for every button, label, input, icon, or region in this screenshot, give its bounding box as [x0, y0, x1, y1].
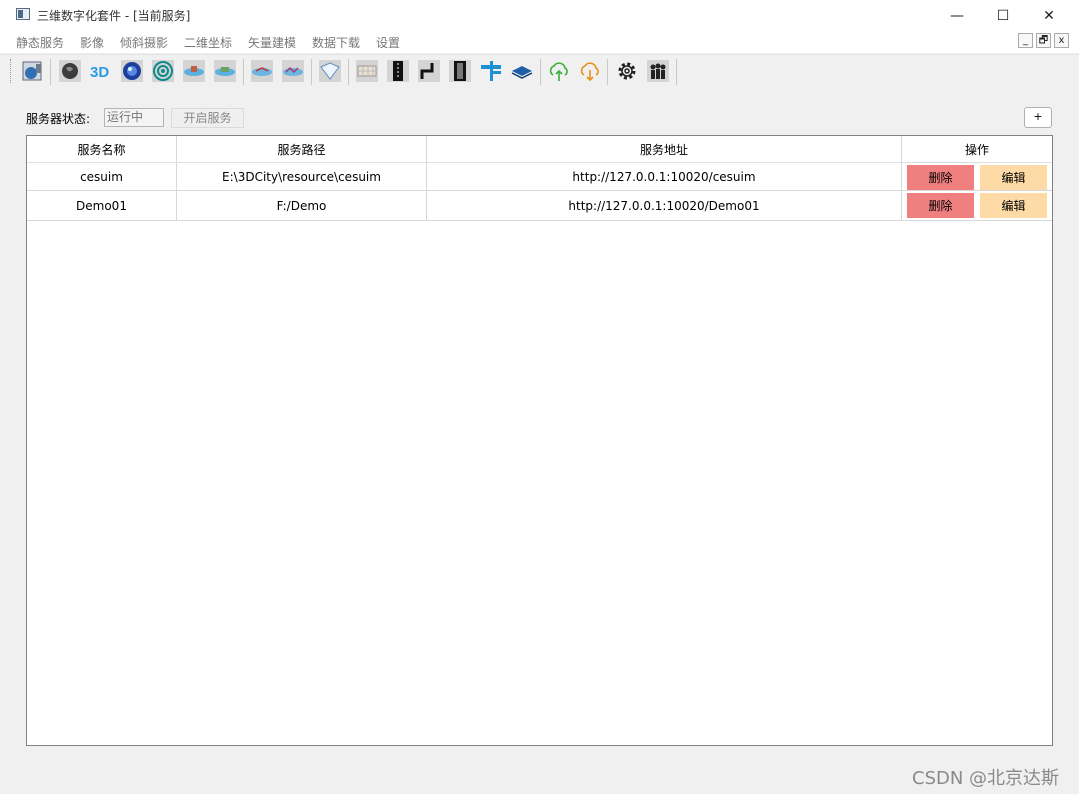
service-path-cell[interactable]: F:/Demo — [177, 191, 427, 220]
service-url-cell[interactable]: http://127.0.0.1:10020/Demo01 — [427, 191, 902, 220]
menu-settings[interactable]: 设置 — [376, 34, 400, 51]
service-path-cell[interactable]: E:\3DCity\resource\cesuim — [177, 163, 427, 190]
column-header-path[interactable]: 服务路径 — [177, 136, 427, 162]
mdi-restore-button[interactable]: 🗗 — [1036, 33, 1051, 48]
film-strip-icon[interactable] — [386, 59, 410, 83]
film-strip-2-icon[interactable] — [448, 59, 472, 83]
toolbar-separator — [311, 59, 312, 85]
table-row[interactable]: Demo01 F:/Demo http://127.0.0.1:10020/De… — [27, 191, 1052, 221]
close-button[interactable]: ✕ — [1026, 0, 1072, 31]
vector-2-icon[interactable] — [281, 59, 305, 83]
delete-button[interactable]: 删除 — [907, 165, 974, 190]
menu-static-service[interactable]: 静态服务 — [16, 34, 64, 51]
vector-icon[interactable] — [250, 59, 274, 83]
menu-bar: 静态服务 影像 倾斜摄影 二维坐标 矢量建模 数据下载 设置 — [0, 31, 1079, 53]
globe-import-icon[interactable] — [21, 59, 45, 83]
edit-button[interactable]: 编辑 — [980, 193, 1047, 218]
users-icon[interactable] — [646, 59, 670, 83]
toolbar-separator — [348, 59, 349, 85]
menu-data-download[interactable]: 数据下载 — [312, 34, 360, 51]
mdi-close-button[interactable]: x — [1054, 33, 1069, 48]
layer-icon[interactable] — [510, 59, 534, 83]
column-header-name[interactable]: 服务名称 — [27, 136, 177, 162]
cloud-download-icon[interactable] — [578, 59, 602, 83]
column-header-actions[interactable]: 操作 — [902, 136, 1052, 162]
delete-button[interactable]: 删除 — [907, 193, 974, 218]
actions-cell: 删除 编辑 — [902, 163, 1052, 190]
server-status-label: 服务器状态: — [26, 112, 91, 126]
actions-cell: 删除 编辑 — [902, 191, 1052, 220]
table-header: 服务名称 服务路径 服务地址 操作 — [27, 136, 1052, 162]
watermark: CSDN @北京达斯 — [912, 768, 1060, 789]
mdi-minimize-button[interactable]: _ — [1018, 33, 1033, 48]
server-status-field: 运行中 — [104, 108, 164, 127]
grid-tile-icon[interactable] — [355, 59, 379, 83]
toolbar-separator — [50, 59, 51, 85]
service-table: 服务名称 服务路径 服务地址 操作 cesuim E:\3DCity\resou… — [26, 135, 1053, 746]
earth-blue-icon[interactable] — [120, 59, 144, 83]
window-title: 三维数字化套件 - [当前服务] — [37, 9, 191, 23]
menu-vector-modeling[interactable]: 矢量建模 — [248, 34, 296, 51]
toolbar-separator — [540, 59, 541, 85]
column-header-url[interactable]: 服务地址 — [427, 136, 902, 162]
map-sheet-icon[interactable] — [318, 59, 342, 83]
toolbar-separator — [607, 59, 608, 85]
service-name-cell[interactable]: cesuim — [27, 163, 177, 190]
menu-imagery[interactable]: 影像 — [80, 34, 104, 51]
edit-button[interactable]: 编辑 — [980, 165, 1047, 190]
toolbar: 3D — [0, 54, 1079, 89]
route-icon[interactable] — [417, 59, 441, 83]
service-url-cell[interactable]: http://127.0.0.1:10020/cesuim — [427, 163, 902, 190]
3d-text-icon[interactable]: 3D — [89, 59, 113, 83]
svg-text:3D: 3D — [90, 64, 109, 81]
menu-2d-coords[interactable]: 二维坐标 — [184, 34, 232, 51]
minimize-button[interactable]: — — [934, 0, 980, 31]
toolbar-separator — [676, 59, 677, 85]
service-name-cell[interactable]: Demo01 — [27, 191, 177, 220]
earth-dark-icon[interactable] — [58, 59, 82, 83]
radar-icon[interactable] — [151, 59, 175, 83]
cloud-upload-icon[interactable] — [547, 59, 571, 83]
start-service-button[interactable]: 开启服务 — [171, 108, 244, 128]
menu-oblique-photo[interactable]: 倾斜摄影 — [120, 34, 168, 51]
toolbar-grip[interactable] — [10, 59, 14, 83]
tilt-model-icon[interactable] — [182, 59, 206, 83]
table-row[interactable]: cesuim E:\3DCity\resource\cesuim http://… — [27, 162, 1052, 191]
title-bar: 三维数字化套件 - [当前服务] — ☐ ✕ — [0, 0, 1079, 31]
signpost-icon[interactable] — [479, 59, 503, 83]
tilt-model-2-icon[interactable] — [213, 59, 237, 83]
gear-icon[interactable] — [615, 59, 639, 83]
add-service-button[interactable]: + — [1024, 107, 1052, 128]
app-icon — [16, 8, 30, 20]
maximize-button[interactable]: ☐ — [980, 0, 1026, 31]
toolbar-separator — [243, 59, 244, 85]
